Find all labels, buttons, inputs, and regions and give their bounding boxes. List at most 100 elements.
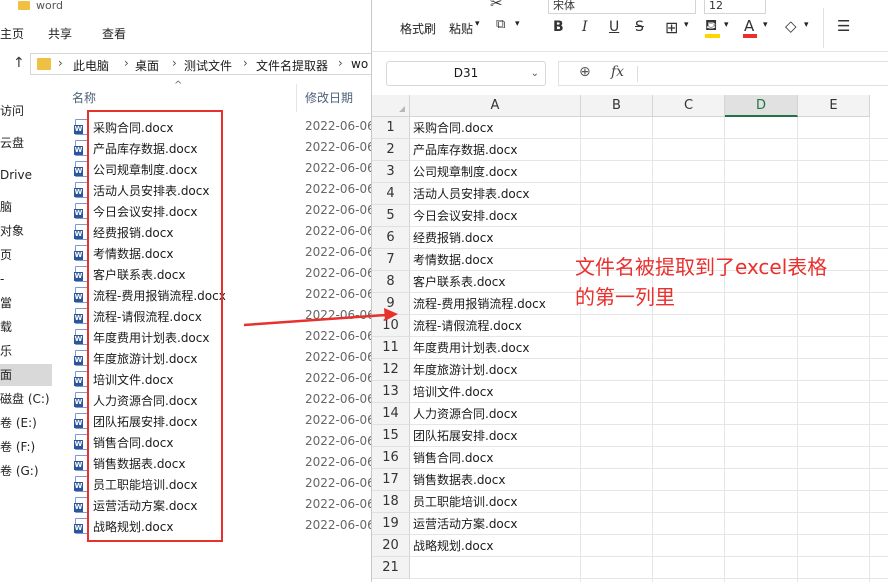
column-header-date[interactable]: 修改日期 <box>305 89 353 106</box>
paste-button[interactable]: 粘贴 <box>449 20 473 37</box>
strikethrough-button[interactable]: S <box>635 19 644 35</box>
row-header[interactable]: 19 <box>372 513 410 535</box>
breadcrumb-test-files[interactable]: 测试文件 <box>184 57 232 74</box>
bold-button[interactable]: B <box>553 19 564 35</box>
row-header[interactable]: 10 <box>372 315 410 337</box>
row-header[interactable]: 8 <box>372 271 410 293</box>
row-header[interactable]: 1 <box>372 117 410 139</box>
row-header[interactable]: 3 <box>372 161 410 183</box>
cell-a[interactable]: 战略规划.docx <box>410 535 493 557</box>
font-size-select[interactable]: 12 <box>704 0 766 14</box>
nav-item[interactable]: 當 <box>0 292 52 314</box>
cell-a[interactable]: 流程-费用报销流程.docx <box>410 293 546 315</box>
column-header-d[interactable]: D <box>725 95 798 117</box>
cell-a[interactable]: 培训文件.docx <box>410 381 493 403</box>
cell-a[interactable]: 经费报销.docx <box>410 227 493 249</box>
sheet-grid[interactable]: ABCDE 1 采购合同.docx 2 产品库存数据.docx 3 公司规章制度.docx… <box>372 95 888 582</box>
nav-item[interactable]: 卷 (E:) <box>0 412 52 434</box>
cell-a[interactable] <box>410 557 413 579</box>
row-header[interactable]: 11 <box>372 337 410 359</box>
row-header[interactable]: 6 <box>372 227 410 249</box>
eraser-icon[interactable]: ◇ <box>785 17 797 35</box>
chevron-down-icon[interactable]: ▾ <box>724 20 729 30</box>
up-arrow-icon[interactable]: ↑ <box>13 55 25 71</box>
column-header-a[interactable]: A <box>410 95 581 117</box>
nav-item[interactable]: 磁盘 (C:) <box>0 388 52 410</box>
cell-a[interactable]: 销售合同.docx <box>410 447 493 469</box>
zoom-icon[interactable]: ⊕ <box>579 64 591 80</box>
nav-item[interactable]: 云盘 <box>0 132 52 154</box>
column-header-c[interactable]: C <box>653 95 725 117</box>
formula-input-area[interactable]: ⊕ fx <box>558 61 888 86</box>
row-header[interactable]: 12 <box>372 359 410 381</box>
italic-button[interactable]: I <box>582 19 588 35</box>
nav-item[interactable]: 对象 <box>0 220 52 242</box>
nav-item[interactable]: 访问 <box>0 100 52 122</box>
font-color-button[interactable]: A <box>744 17 754 35</box>
name-box[interactable]: D31 ⌄ <box>386 61 546 86</box>
column-header-e[interactable]: E <box>798 95 870 117</box>
row-header[interactable]: 4 <box>372 183 410 205</box>
breadcrumb-this-pc[interactable]: 此电脑 <box>73 57 109 74</box>
cell-a[interactable]: 考情数据.docx <box>410 249 493 271</box>
column-divider[interactable] <box>296 84 297 112</box>
address-bar[interactable]: › 此电脑 › 桌面 › 测试文件 › 文件名提取器 › wo <box>30 53 372 75</box>
align-left-icon[interactable]: ☰ <box>837 17 850 35</box>
tab-view[interactable]: 查看 <box>102 25 126 42</box>
cell-a[interactable]: 客户联系表.docx <box>410 271 505 293</box>
row-header[interactable]: 5 <box>372 205 410 227</box>
row-header[interactable]: 9 <box>372 293 410 315</box>
chevron-down-icon[interactable]: ▾ <box>475 19 480 29</box>
row-header[interactable]: 20 <box>372 535 410 557</box>
fx-icon[interactable]: fx <box>611 64 624 80</box>
chevron-down-icon[interactable]: ▾ <box>684 20 689 30</box>
nav-item[interactable]: 乐 <box>0 340 52 362</box>
breadcrumb-word[interactable]: wo <box>351 57 368 71</box>
fill-color-icon[interactable]: ⛾ <box>705 16 717 36</box>
row-header[interactable]: 7 <box>372 249 410 271</box>
cell-a[interactable]: 团队拓展安排.docx <box>410 425 517 447</box>
row-header[interactable]: 15 <box>372 425 410 447</box>
column-header-name[interactable]: 名称 <box>72 89 96 106</box>
tab-home[interactable]: 主页 <box>0 25 24 42</box>
nav-item[interactable]: - <box>0 268 52 290</box>
chevron-down-icon[interactable]: ▾ <box>763 20 768 30</box>
row-header[interactable]: 14 <box>372 403 410 425</box>
border-icon[interactable]: ⊞ <box>665 18 678 37</box>
breadcrumb-desktop[interactable]: 桌面 <box>135 57 159 74</box>
copy-icon[interactable]: ⧉ <box>496 17 505 32</box>
cell-a[interactable]: 员工职能培训.docx <box>410 491 517 513</box>
format-painter-button[interactable]: 格式刷 <box>400 20 436 37</box>
nav-item[interactable]: 页 <box>0 244 52 266</box>
nav-item[interactable]: 面 <box>0 364 52 386</box>
font-name-select[interactable]: 宋体 <box>548 0 696 14</box>
cell-a[interactable]: 今日会议安排.docx <box>410 205 517 227</box>
cell-a[interactable]: 采购合同.docx <box>410 117 493 139</box>
nav-item[interactable]: 卷 (F:) <box>0 436 52 458</box>
select-all-corner[interactable] <box>372 95 410 117</box>
cell-a[interactable]: 年度费用计划表.docx <box>410 337 529 359</box>
row-header[interactable]: 21 <box>372 557 410 579</box>
chevron-down-icon[interactable]: ▾ <box>804 20 809 30</box>
cell-a[interactable]: 公司规章制度.docx <box>410 161 517 183</box>
cell-a[interactable]: 运营活动方案.docx <box>410 513 517 535</box>
nav-item[interactable]: 卷 (G:) <box>0 460 52 482</box>
nav-item[interactable]: 载 <box>0 316 52 338</box>
nav-item[interactable]: Drive <box>0 164 52 186</box>
cell-a[interactable]: 产品库存数据.docx <box>410 139 517 161</box>
chevron-down-icon[interactable]: ▾ <box>515 19 520 29</box>
cell-a[interactable]: 销售数据表.docx <box>410 469 505 491</box>
row-header[interactable]: 2 <box>372 139 410 161</box>
underline-button[interactable]: U <box>609 19 619 35</box>
scissors-icon[interactable]: ✂ <box>490 0 503 12</box>
breadcrumb-extractor[interactable]: 文件名提取器 <box>256 57 328 74</box>
row-header[interactable]: 16 <box>372 447 410 469</box>
row-header[interactable]: 13 <box>372 381 410 403</box>
cell-a[interactable]: 年度旅游计划.docx <box>410 359 517 381</box>
cell-a[interactable]: 流程-请假流程.docx <box>410 315 522 337</box>
row-header[interactable]: 18 <box>372 491 410 513</box>
cell-a[interactable]: 人力资源合同.docx <box>410 403 517 425</box>
cell-a[interactable]: 活动人员安排表.docx <box>410 183 529 205</box>
column-header-b[interactable]: B <box>581 95 653 117</box>
nav-item[interactable]: 脑 <box>0 196 52 218</box>
